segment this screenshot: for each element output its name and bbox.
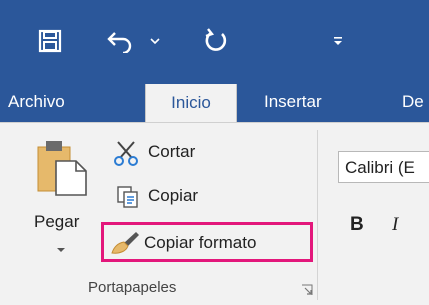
redo-button[interactable]	[196, 22, 236, 60]
clipboard-dialog-launcher[interactable]	[301, 283, 313, 295]
bold-button[interactable]: B	[350, 214, 364, 236]
paste-label: Pegar	[34, 212, 80, 231]
tab-insertar[interactable]: Insertar	[264, 82, 322, 122]
save-button[interactable]	[30, 22, 70, 60]
italic-button[interactable]: I	[392, 214, 398, 236]
cut-label: Cortar	[148, 142, 196, 161]
font-name-value: Calibri (E	[345, 158, 415, 177]
tab-label: De	[402, 92, 424, 111]
customize-qat-button[interactable]	[326, 22, 350, 60]
clipboard-group-label: Portapapeles	[88, 279, 177, 296]
scissors-icon	[114, 141, 138, 166]
tab-label: Insertar	[264, 92, 322, 111]
tab-label: Inicio	[171, 93, 211, 112]
chevron-down-icon	[150, 38, 160, 45]
tab-archivo[interactable]: Archivo	[8, 82, 65, 122]
paste-button[interactable]: Pegar	[30, 135, 100, 265]
highlight-box	[101, 222, 313, 262]
undo-dropdown[interactable]	[146, 22, 164, 60]
tab-inicio[interactable]: Inicio	[145, 84, 237, 122]
quick-access-toolbar	[0, 0, 429, 82]
group-separator	[317, 130, 318, 300]
ribbon-tabs: Archivo Inicio Insertar De	[0, 82, 429, 122]
customize-qat-icon	[334, 37, 342, 45]
tab-design[interactable]: De	[402, 82, 424, 122]
copy-label: Copiar	[148, 186, 199, 205]
chevron-down-icon	[57, 248, 65, 252]
font-name-box[interactable]: Calibri (E	[338, 151, 429, 183]
undo-button[interactable]	[98, 22, 142, 60]
tab-label: Archivo	[8, 92, 65, 111]
copy-icon	[117, 186, 138, 208]
dialog-launcher-icon	[302, 284, 313, 295]
redo-icon	[205, 28, 227, 51]
undo-icon	[107, 32, 132, 53]
copy-button[interactable]: Copiar	[110, 183, 230, 209]
save-icon	[38, 29, 62, 53]
clipboard-icon	[37, 141, 87, 196]
cut-button[interactable]: Cortar	[110, 140, 230, 166]
